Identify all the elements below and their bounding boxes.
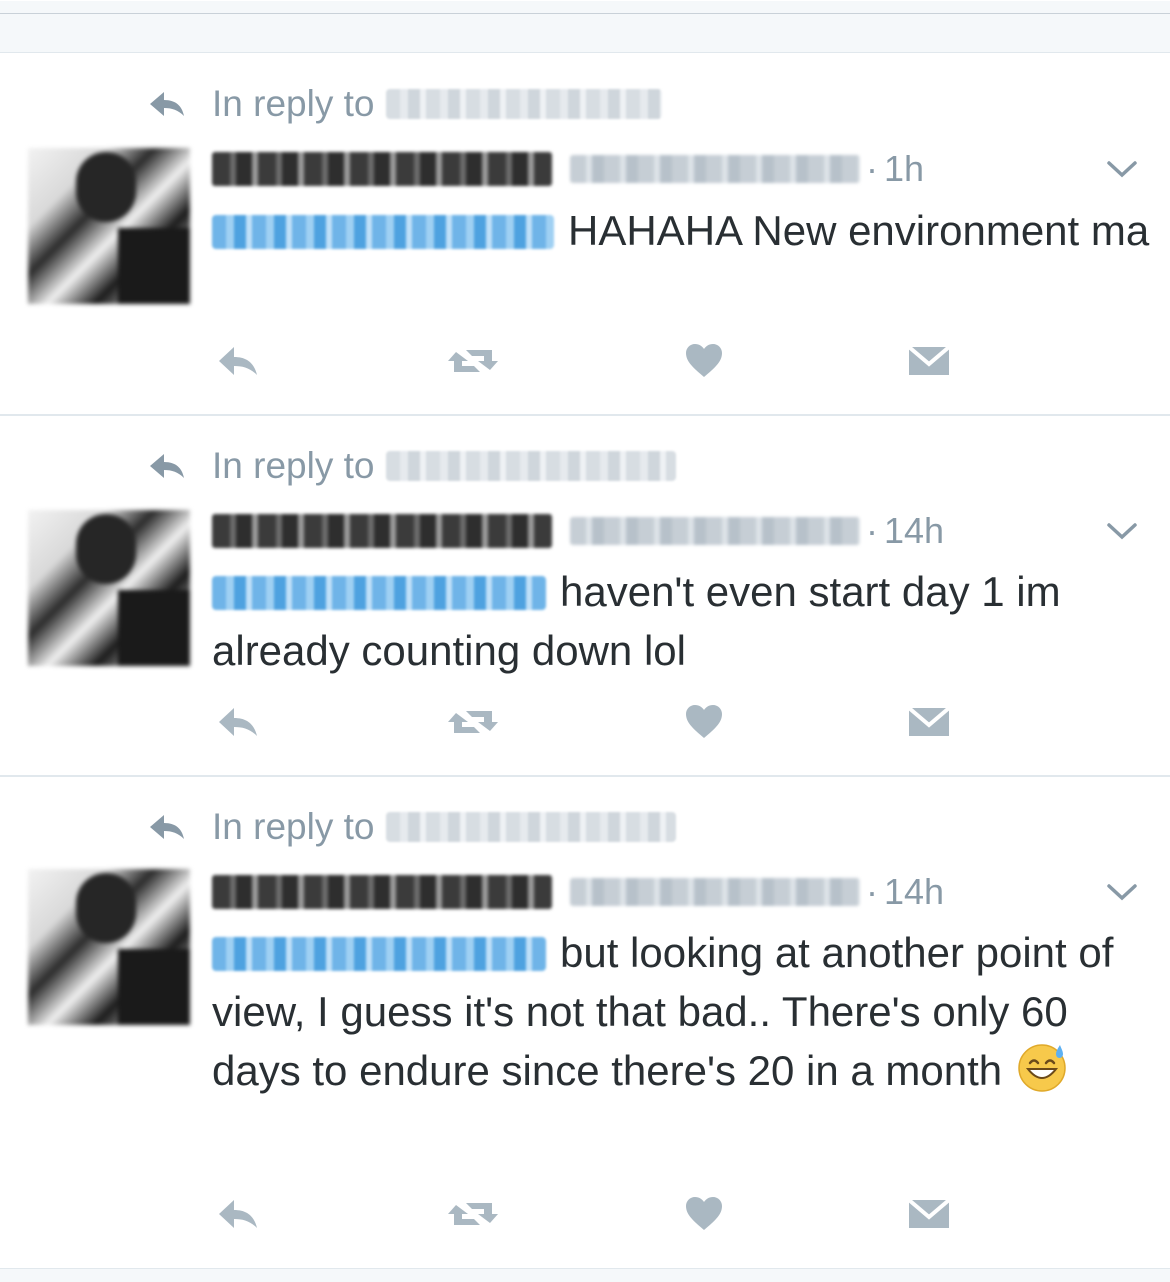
tweet[interactable]: In reply to · 14h haven't even start day…: [0, 414, 1170, 777]
reply-context[interactable]: In reply to: [148, 803, 677, 851]
like-icon: [686, 705, 722, 738]
reply-context-label: In reply to: [212, 445, 375, 486]
retweet-icon: [448, 1203, 498, 1225]
tweet[interactable]: In reply to · 14h but looking at another…: [0, 775, 1170, 1268]
chevron-down-icon[interactable]: [1104, 881, 1140, 905]
tweet[interactable]: In reply to · 1h HAHAHA New environment …: [0, 52, 1170, 416]
reply-context-label: In reply to: [212, 806, 375, 847]
tweet-header: · 14h: [212, 509, 944, 553]
like-button[interactable]: [684, 700, 724, 744]
tweet-text: but looking at another point of view, I …: [212, 923, 1152, 1100]
bottom-separator-strip: [0, 1268, 1170, 1282]
tweet-text: HAHAHA New environment ma: [212, 201, 1152, 260]
reply-icon: [219, 1200, 257, 1228]
tweet-time[interactable]: 14h: [884, 871, 944, 913]
display-name[interactable]: [212, 514, 552, 548]
tweet-actions: [0, 1192, 1170, 1242]
tweet-header: · 14h: [212, 870, 944, 914]
direct-message-icon: [908, 345, 950, 375]
like-button[interactable]: [684, 339, 724, 383]
reply-arrow-icon: [150, 92, 184, 116]
retweet-button[interactable]: [446, 339, 500, 383]
reply-arrow-icon: [150, 815, 184, 839]
retweet-button[interactable]: [446, 700, 500, 744]
avatar[interactable]: [28, 148, 190, 304]
tweet-text-content: HAHAHA New environment ma: [568, 207, 1150, 254]
reply-context-user[interactable]: [386, 812, 677, 842]
top-separator-strip: [0, 0, 1170, 53]
grinning-sweat-emoji-icon: [1018, 1044, 1066, 1092]
tweet-actions: [0, 339, 1170, 389]
user-handle[interactable]: [570, 155, 860, 183]
direct-message-icon: [908, 1198, 950, 1228]
separator-dot: ·: [866, 871, 878, 912]
reply-context[interactable]: In reply to: [148, 442, 677, 490]
user-handle[interactable]: [570, 517, 860, 545]
retweet-button[interactable]: [446, 1192, 500, 1236]
reply-context-user[interactable]: [386, 89, 663, 119]
reply-arrow-icon: [150, 454, 184, 478]
display-name[interactable]: [212, 875, 552, 909]
tweet-time[interactable]: 1h: [884, 148, 924, 190]
avatar[interactable]: [28, 510, 190, 666]
tweet-time[interactable]: 14h: [884, 510, 944, 552]
reply-context[interactable]: In reply to: [148, 80, 663, 128]
mention-link[interactable]: [212, 215, 554, 249]
chevron-down-icon[interactable]: [1104, 520, 1140, 544]
reply-icon: [219, 347, 257, 375]
direct-message-icon: [908, 706, 950, 736]
reply-button[interactable]: [216, 339, 260, 383]
tweet-actions: [0, 700, 1170, 750]
reply-icon: [219, 708, 257, 736]
reply-button[interactable]: [216, 700, 260, 744]
avatar[interactable]: [28, 869, 190, 1025]
chevron-down-icon[interactable]: [1104, 158, 1140, 182]
user-handle[interactable]: [570, 878, 860, 906]
separator-dot: ·: [866, 148, 878, 189]
mention-link[interactable]: [212, 937, 546, 971]
like-icon: [686, 344, 722, 377]
mention-link[interactable]: [212, 576, 546, 610]
separator-dot: ·: [866, 510, 878, 551]
like-icon: [686, 1197, 722, 1230]
direct-message-button[interactable]: [908, 700, 950, 744]
reply-context-user[interactable]: [386, 451, 677, 481]
retweet-icon: [448, 350, 498, 372]
direct-message-button[interactable]: [908, 339, 950, 383]
retweet-icon: [448, 711, 498, 733]
tweet-text: haven't even start day 1 im already coun…: [212, 562, 1152, 680]
like-button[interactable]: [684, 1192, 724, 1236]
reply-context-label: In reply to: [212, 83, 375, 124]
display-name[interactable]: [212, 152, 552, 186]
reply-button[interactable]: [216, 1192, 260, 1236]
direct-message-button[interactable]: [908, 1192, 950, 1236]
tweet-header: · 1h: [212, 147, 924, 191]
